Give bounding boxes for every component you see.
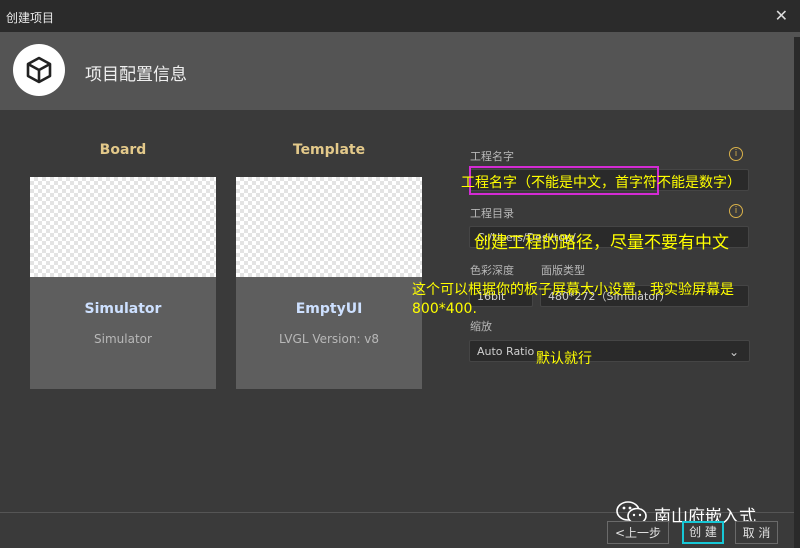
prev-button[interactable]: <上一步 <box>607 521 669 544</box>
scale-dropdown[interactable]: Auto Ratio ⌄ <box>469 340 750 362</box>
board-card-simulator[interactable]: Simulator Simulator <box>30 177 216 389</box>
template-column-title: Template <box>292 142 366 158</box>
header-banner: 项目配置信息 <box>0 32 800 110</box>
project-dir-label: 工程目录 <box>470 207 514 220</box>
template-card-subtitle: LVGL Version: v8 <box>278 332 380 346</box>
cube-logo-icon <box>13 44 65 96</box>
annotation-board-size-line1: 这个可以根据你的板子屏幕大小设置，我实验屏幕是 <box>412 282 734 298</box>
board-preview-image <box>30 177 216 277</box>
annotation-board-size-line2: 800*400. <box>412 301 477 317</box>
annotation-project-name: 工程名字（不能是中文，首字符不能是数字） <box>461 175 741 191</box>
create-button[interactable]: 创 建 <box>682 521 724 544</box>
template-card-name: EmptyUI <box>295 301 363 317</box>
title-bar: 创建项目 ✕ <box>0 0 800 32</box>
color-depth-label: 色彩深度 <box>470 264 514 277</box>
board-card-name: Simulator <box>84 301 162 317</box>
annotation-project-dir: 创建工程的路径，尽量不要有中文 <box>474 233 729 253</box>
header-title: 项目配置信息 <box>85 65 187 85</box>
board-column-title: Board <box>99 142 147 158</box>
window-title: 创建项目 <box>6 11 55 25</box>
scale-value: Auto Ratio <box>477 345 535 358</box>
board-type-label: 面版类型 <box>541 264 585 277</box>
annotation-scale: 默认就行 <box>536 351 592 367</box>
template-card-emptyui[interactable]: EmptyUI LVGL Version: v8 <box>236 177 422 389</box>
info-icon[interactable]: i <box>729 204 743 218</box>
chevron-down-icon: ⌄ <box>728 345 739 359</box>
window-edge <box>794 37 800 548</box>
scale-label: 缩放 <box>470 320 492 333</box>
close-icon[interactable]: ✕ <box>775 6 788 25</box>
info-icon[interactable]: i <box>729 147 743 161</box>
project-name-label: 工程名字 <box>470 150 514 163</box>
template-preview-image <box>236 177 422 277</box>
cancel-button[interactable]: 取 消 <box>735 521 778 544</box>
board-card-subtitle: Simulator <box>94 332 152 346</box>
